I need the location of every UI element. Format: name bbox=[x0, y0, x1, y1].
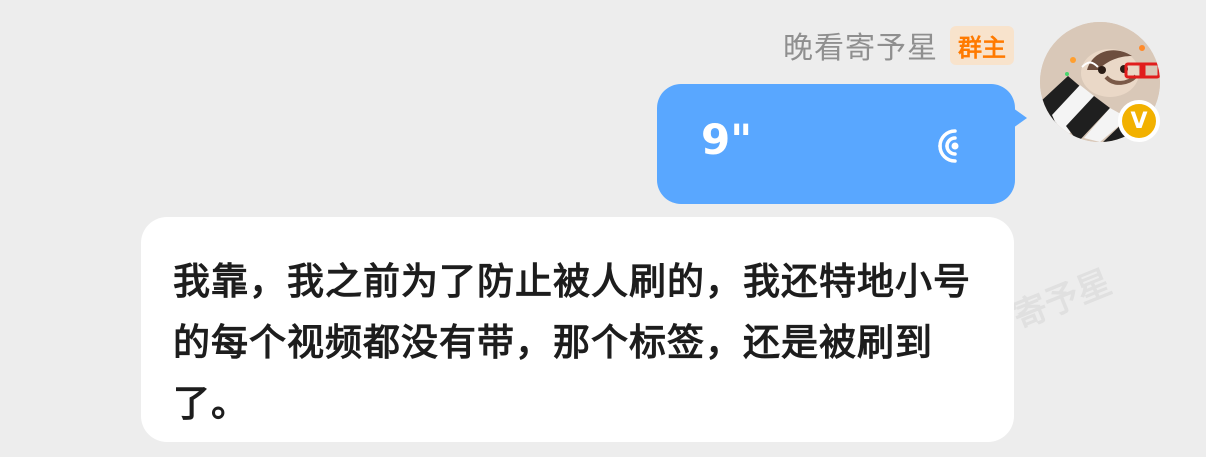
text-message-bubble[interactable]: 我靠，我之前为了防止被人刷的，我还特地小号的每个视频都没有带，那个标签，还是被刷… bbox=[141, 217, 1014, 442]
sender-name[interactable]: 晚看寄予星 bbox=[783, 23, 938, 67]
message-text: 我靠，我之前为了防止被人刷的，我还特地小号的每个视频都没有带，那个标签，还是被刷… bbox=[173, 260, 971, 425]
watermark-right: 寄予星 bbox=[1007, 262, 1118, 338]
sender-row: 晚看寄予星 群主 bbox=[783, 24, 1014, 66]
verified-badge-icon: V bbox=[1118, 100, 1160, 142]
voice-duration: 9" bbox=[701, 115, 753, 164]
voice-message-bubble[interactable]: 9" bbox=[657, 84, 1027, 204]
owner-badge: 群主 bbox=[950, 25, 1014, 65]
voice-wave-icon bbox=[938, 129, 959, 163]
watermark-left: 星 bbox=[0, 257, 2, 315]
